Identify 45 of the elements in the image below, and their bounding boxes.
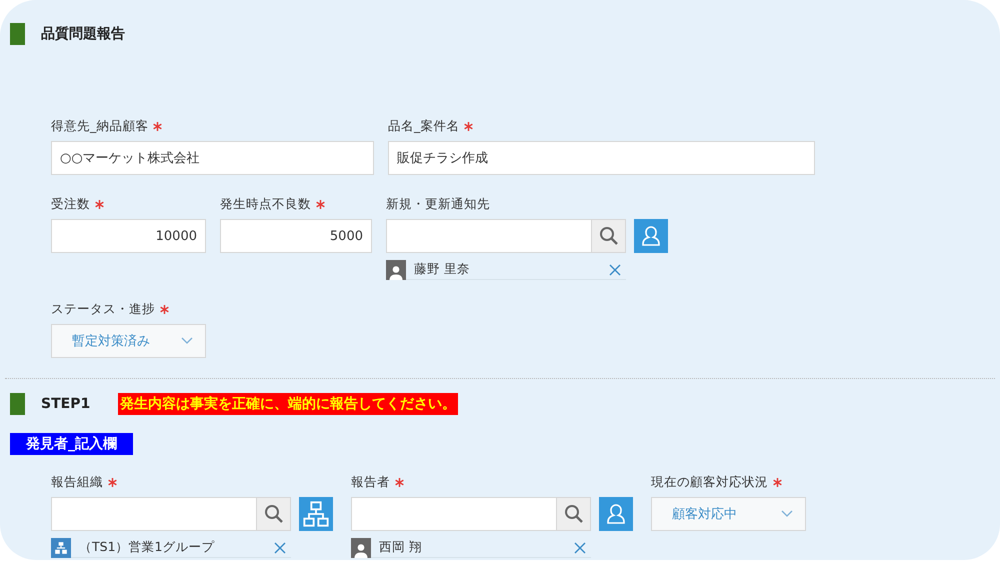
avatar-icon	[386, 260, 406, 280]
selected-name: 西岡 翔	[379, 539, 423, 556]
input-field[interactable]: ○○マーケット株式会社	[51, 141, 374, 175]
field-label: 受注数	[51, 196, 90, 212]
field-label: 得意先_納品顧客	[51, 118, 148, 134]
close-icon[interactable]	[608, 262, 622, 276]
field-label: 報告者	[351, 474, 390, 490]
close-icon[interactable]	[273, 540, 287, 554]
input-field[interactable]: 5000	[220, 219, 372, 253]
field-label: 報告組織	[51, 474, 103, 490]
search-button[interactable]	[256, 498, 290, 530]
avatar-icon	[351, 538, 371, 558]
selected-name: 藤野 里奈	[414, 261, 471, 278]
search-field[interactable]	[351, 497, 591, 531]
org-select-button[interactable]	[299, 497, 333, 531]
search-icon	[598, 226, 618, 246]
field-label: 現在の顧客対応状況	[651, 474, 768, 490]
search-icon	[264, 504, 284, 524]
section-title: 品質問題報告	[41, 25, 125, 43]
notice-banner: 発生内容は事実を正確に、端的に報告してください。	[118, 393, 458, 415]
person-icon	[639, 224, 663, 248]
section-marker	[10, 23, 25, 45]
selected-name: （TS1）営業1グループ	[79, 539, 216, 556]
search-icon	[564, 504, 584, 524]
chevron-icon	[181, 337, 193, 345]
input-field[interactable]: 販促チラシ作成	[388, 141, 815, 175]
search-field[interactable]	[386, 219, 626, 253]
field-label: 発生時点不良数	[220, 196, 311, 212]
field-label: 新規・更新通知先	[386, 196, 490, 212]
subheading: 発見者_記入欄	[10, 433, 133, 455]
org-chart-icon	[302, 500, 330, 528]
user-select-button[interactable]	[634, 219, 668, 253]
person-icon	[604, 502, 628, 526]
chevron-icon	[781, 510, 793, 518]
field-label: 品名_案件名	[388, 118, 460, 134]
search-field[interactable]	[51, 497, 291, 531]
section-marker	[10, 393, 25, 415]
input-field[interactable]: 10000	[51, 219, 206, 253]
close-icon[interactable]	[573, 540, 587, 554]
search-button[interactable]	[591, 220, 625, 252]
search-button[interactable]	[556, 498, 590, 530]
field-label: ステータス・進捗	[51, 300, 155, 318]
user-select-button[interactable]	[599, 497, 633, 531]
section-title: STEP1	[41, 396, 90, 412]
org-avatar-icon	[51, 538, 71, 558]
